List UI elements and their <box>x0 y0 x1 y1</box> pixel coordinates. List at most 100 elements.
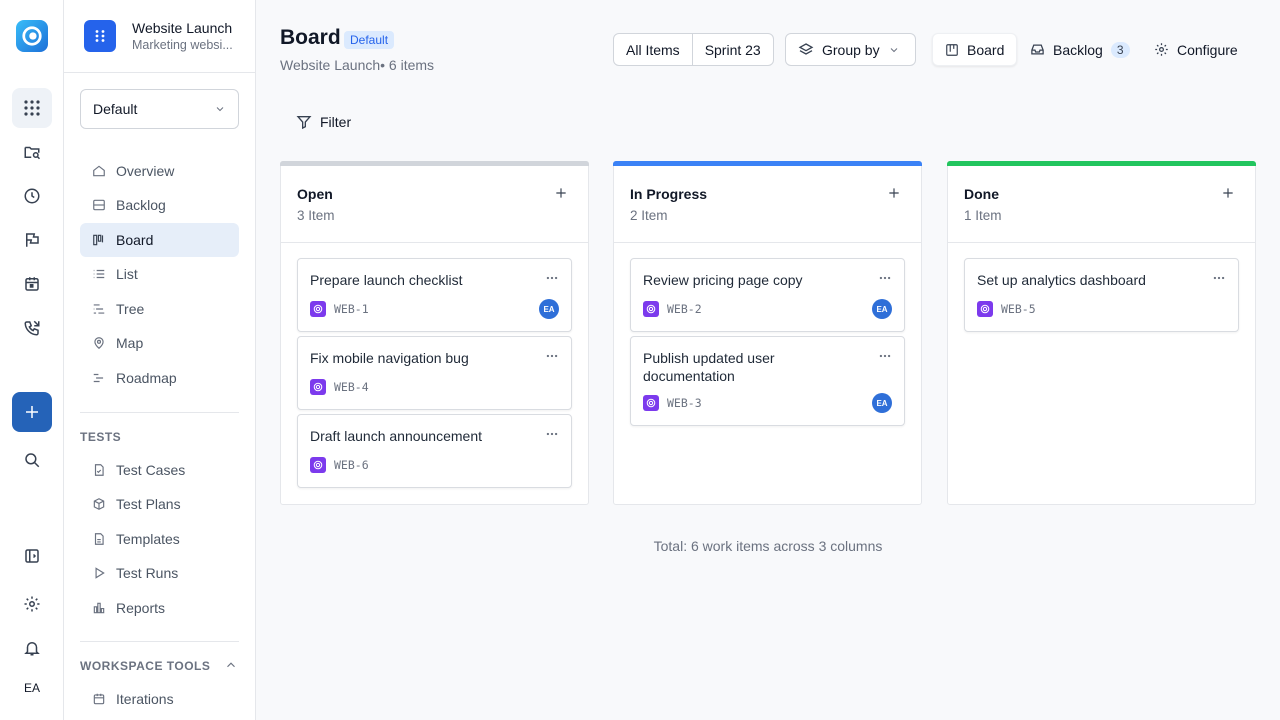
flag-icon[interactable] <box>12 220 52 260</box>
filter-button[interactable]: Filter <box>296 114 351 130</box>
app-rail: EA <box>0 0 64 720</box>
work-item-card[interactable]: Draft launch announcement WEB-6 <box>297 414 572 488</box>
work-item-card[interactable]: Set up analytics dashboard WEB-5 <box>964 258 1239 332</box>
nav-item-list[interactable]: List <box>80 257 239 291</box>
item-type-icon <box>310 457 326 473</box>
chevron-up-icon[interactable] <box>224 658 238 672</box>
clock-icon[interactable] <box>12 176 52 216</box>
more-options-icon[interactable] <box>545 427 559 441</box>
all-items-button[interactable]: All Items <box>614 34 692 65</box>
card-meta: WEB-1 <box>310 301 369 317</box>
work-item-card[interactable]: Review pricing page copy WEB-2 EA <box>630 258 905 332</box>
card-key: WEB-6 <box>334 458 369 472</box>
nav-label: Templates <box>116 531 180 547</box>
filter-icon <box>296 116 312 130</box>
backlog-button[interactable]: Backlog 3 <box>1018 33 1142 66</box>
inbox-icon <box>92 197 108 213</box>
column-status-bar <box>280 161 589 166</box>
roadmap-icon <box>92 370 108 386</box>
home-icon <box>92 163 108 179</box>
nav-item-tree[interactable]: Tree <box>80 292 239 326</box>
nav-item-map[interactable]: Map <box>80 326 239 360</box>
item-type-icon <box>643 301 659 317</box>
more-options-icon[interactable] <box>545 271 559 285</box>
backlog-label: Backlog <box>1053 41 1103 58</box>
calendar-icon[interactable] <box>12 264 52 304</box>
work-item-card[interactable]: Prepare launch checklist WEB-1 EA <box>297 258 572 332</box>
nav-item-board[interactable]: Board <box>80 223 239 257</box>
workspace-tools-label: WORKSPACE TOOLS <box>80 659 211 673</box>
add-item-icon[interactable] <box>887 186 901 200</box>
project-subtitle: Marketing websi... <box>132 38 233 52</box>
column-title: Open <box>297 186 333 202</box>
phone-icon[interactable] <box>12 308 52 348</box>
divider <box>80 641 239 642</box>
nav-label: Overview <box>116 163 175 179</box>
card-meta: WEB-5 <box>977 301 1036 317</box>
card-key: WEB-3 <box>667 396 702 410</box>
file-icon <box>92 531 108 547</box>
project-header[interactable]: Website Launch Marketing websi... <box>84 20 254 72</box>
main-content: Board Default Website Launch• 6 items Al… <box>256 0 1280 720</box>
assignee-avatar[interactable]: EA <box>872 299 892 319</box>
package-icon <box>92 496 108 512</box>
nav-label: List <box>116 266 138 282</box>
work-item-card[interactable]: Fix mobile navigation bug WEB-4 <box>297 336 572 410</box>
project-sidebar: Website Launch Marketing websi... Defaul… <box>64 0 256 720</box>
column-title: Done <box>964 186 999 202</box>
column-count: 1 Item <box>964 208 1002 223</box>
sidebar-toggle-icon[interactable] <box>12 536 52 576</box>
card-key: WEB-2 <box>667 302 702 316</box>
nav-item-backlog[interactable]: Backlog <box>80 188 239 222</box>
configure-button[interactable]: Configure <box>1142 33 1250 66</box>
user-avatar[interactable]: EA <box>12 668 52 708</box>
list-icon <box>92 266 108 282</box>
nav-label: Test Plans <box>116 496 181 512</box>
board-view-button[interactable]: Board <box>932 33 1018 66</box>
nav-item-test-plans[interactable]: Test Plans <box>80 487 239 521</box>
nav-item-test-runs[interactable]: Test Runs <box>80 556 239 590</box>
nav-item-iterations[interactable]: Iterations <box>80 682 239 716</box>
filter-label: Filter <box>320 114 352 130</box>
chevron-down-icon <box>890 47 897 52</box>
assignee-avatar[interactable]: EA <box>539 299 559 319</box>
board-icon <box>946 43 958 56</box>
sprint-button[interactable]: Sprint 23 <box>691 34 773 65</box>
nav-label: Test Cases <box>116 462 186 478</box>
nav-item-overview[interactable]: Overview <box>80 154 239 188</box>
search-icon[interactable] <box>12 440 52 480</box>
board-column-in-progress: In Progress 2 Item Review pricing page c… <box>613 161 922 505</box>
assignee-avatar[interactable]: EA <box>872 393 892 413</box>
bell-icon[interactable] <box>12 628 52 668</box>
card-meta: WEB-2 <box>643 301 702 317</box>
column-status-bar <box>613 161 922 166</box>
nav-item-templates[interactable]: Templates <box>80 522 239 556</box>
work-item-card[interactable]: Publish updated user documentation WEB-3… <box>630 336 905 426</box>
more-options-icon[interactable] <box>1212 271 1226 285</box>
card-title: Review pricing page copy <box>643 272 803 288</box>
card-key: WEB-4 <box>334 380 369 394</box>
nav-item-roadmap[interactable]: Roadmap <box>80 361 239 395</box>
nav-item-reports[interactable]: Reports <box>80 591 239 625</box>
add-item-icon[interactable] <box>1221 186 1235 200</box>
view-select[interactable]: Default <box>80 89 239 129</box>
apps-grid-icon[interactable] <box>12 88 52 128</box>
more-options-icon[interactable] <box>545 349 559 363</box>
group-by-button[interactable]: Group by <box>785 33 916 66</box>
divider <box>948 242 1255 243</box>
more-options-icon[interactable] <box>878 349 892 363</box>
add-item-icon[interactable] <box>554 186 568 200</box>
card-title: Set up analytics dashboard <box>977 272 1146 288</box>
scope-toggle: All Items Sprint 23 <box>613 33 774 66</box>
plus-icon[interactable] <box>12 392 52 432</box>
more-options-icon[interactable] <box>878 271 892 285</box>
play-icon <box>92 565 108 581</box>
board-column-open: Open 3 Item Prepare launch checklist WEB… <box>280 161 589 505</box>
card-meta: WEB-4 <box>310 379 369 395</box>
app-logo[interactable] <box>16 20 48 52</box>
card-title: Prepare launch checklist <box>310 272 463 288</box>
nav-item-test-cases[interactable]: Test Cases <box>80 453 239 487</box>
item-type-icon <box>310 379 326 395</box>
settings-icon[interactable] <box>12 584 52 624</box>
folder-search-icon[interactable] <box>12 132 52 172</box>
